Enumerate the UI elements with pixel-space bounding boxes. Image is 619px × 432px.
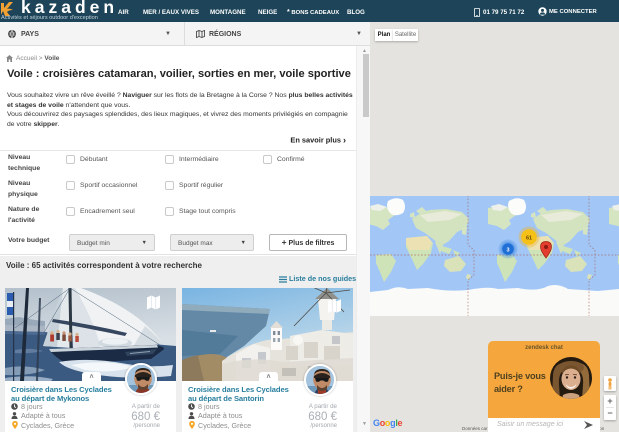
svg-text:3: 3 (506, 247, 509, 253)
svg-text:61: 61 (526, 235, 532, 241)
